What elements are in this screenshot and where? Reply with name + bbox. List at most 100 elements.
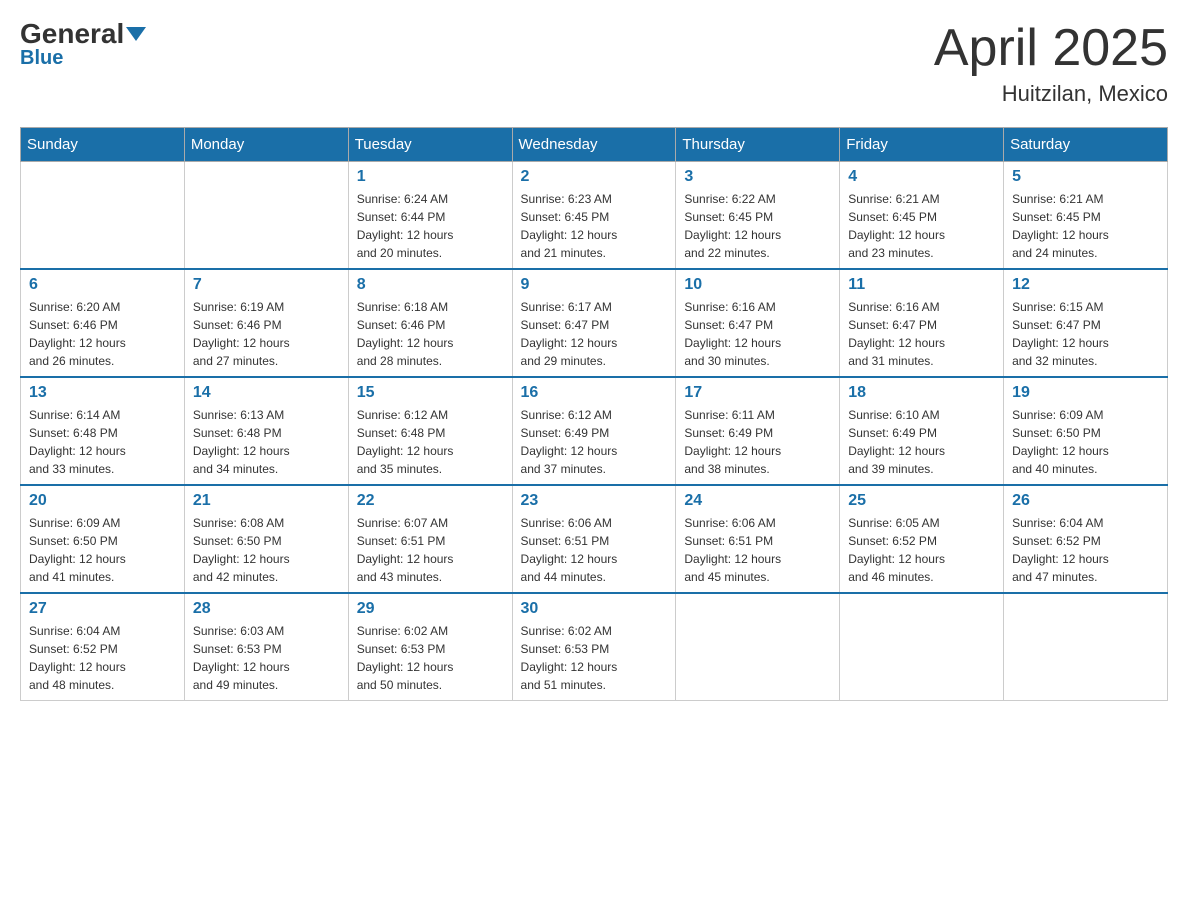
day-info: Sunrise: 6:18 AM Sunset: 6:46 PM Dayligh… — [357, 298, 504, 370]
day-number: 28 — [193, 600, 340, 618]
day-info: Sunrise: 6:10 AM Sunset: 6:49 PM Dayligh… — [848, 406, 995, 478]
calendar-cell: 22 Sunrise: 6:07 AM Sunset: 6:51 PM Dayli… — [348, 485, 512, 593]
day-number: 7 — [193, 276, 340, 294]
day-info: Sunrise: 6:24 AM Sunset: 6:44 PM Dayligh… — [357, 190, 504, 262]
weekday-header-friday: Friday — [840, 128, 1004, 162]
day-info: Sunrise: 6:22 AM Sunset: 6:45 PM Dayligh… — [684, 190, 831, 262]
logo-general-text: General — [20, 20, 124, 48]
calendar-cell: 24 Sunrise: 6:06 AM Sunset: 6:51 PM Dayli… — [676, 485, 840, 593]
day-info: Sunrise: 6:21 AM Sunset: 6:45 PM Dayligh… — [848, 190, 995, 262]
calendar-cell: 5 Sunrise: 6:21 AM Sunset: 6:45 PM Daylig… — [1004, 162, 1168, 270]
day-number: 21 — [193, 492, 340, 510]
day-info: Sunrise: 6:06 AM Sunset: 6:51 PM Dayligh… — [684, 514, 831, 586]
calendar-cell: 29 Sunrise: 6:02 AM Sunset: 6:53 PM Dayli… — [348, 593, 512, 701]
day-info: Sunrise: 6:16 AM Sunset: 6:47 PM Dayligh… — [848, 298, 995, 370]
day-number: 27 — [29, 600, 176, 618]
day-info: Sunrise: 6:17 AM Sunset: 6:47 PM Dayligh… — [521, 298, 668, 370]
day-info: Sunrise: 6:23 AM Sunset: 6:45 PM Dayligh… — [521, 190, 668, 262]
day-number: 12 — [1012, 276, 1159, 294]
calendar-cell — [1004, 593, 1168, 701]
weekday-header-sunday: Sunday — [21, 128, 185, 162]
day-number: 29 — [357, 600, 504, 618]
calendar-cell: 13 Sunrise: 6:14 AM Sunset: 6:48 PM Dayli… — [21, 377, 185, 485]
calendar-cell: 20 Sunrise: 6:09 AM Sunset: 6:50 PM Dayli… — [21, 485, 185, 593]
page-header: General Blue April 2025 Huitzilan, Mexic… — [20, 20, 1168, 107]
day-number: 15 — [357, 384, 504, 402]
calendar-cell — [676, 593, 840, 701]
calendar-cell: 15 Sunrise: 6:12 AM Sunset: 6:48 PM Dayli… — [348, 377, 512, 485]
weekday-header-tuesday: Tuesday — [348, 128, 512, 162]
day-number: 8 — [357, 276, 504, 294]
calendar-cell: 1Sunrise: 6:24 AM Sunset: 6:44 PM Daylig… — [348, 162, 512, 270]
day-number: 25 — [848, 492, 995, 510]
day-number: 14 — [193, 384, 340, 402]
day-number: 4 — [848, 168, 995, 186]
day-info: Sunrise: 6:14 AM Sunset: 6:48 PM Dayligh… — [29, 406, 176, 478]
calendar-cell: 7 Sunrise: 6:19 AM Sunset: 6:46 PM Daylig… — [184, 269, 348, 377]
day-info: Sunrise: 6:04 AM Sunset: 6:52 PM Dayligh… — [1012, 514, 1159, 586]
day-number: 22 — [357, 492, 504, 510]
calendar-cell: 26 Sunrise: 6:04 AM Sunset: 6:52 PM Dayli… — [1004, 485, 1168, 593]
day-info: Sunrise: 6:02 AM Sunset: 6:53 PM Dayligh… — [357, 622, 504, 694]
day-info: Sunrise: 6:16 AM Sunset: 6:47 PM Dayligh… — [684, 298, 831, 370]
day-number: 2 — [521, 168, 668, 186]
calendar-cell: 25Sunrise: 6:05 AM Sunset: 6:52 PM Dayli… — [840, 485, 1004, 593]
calendar-cell — [21, 162, 185, 270]
day-info: Sunrise: 6:12 AM Sunset: 6:48 PM Dayligh… — [357, 406, 504, 478]
calendar-cell: 17 Sunrise: 6:11 AM Sunset: 6:49 PM Dayli… — [676, 377, 840, 485]
weekday-header-wednesday: Wednesday — [512, 128, 676, 162]
calendar-cell: 19 Sunrise: 6:09 AM Sunset: 6:50 PM Dayli… — [1004, 377, 1168, 485]
day-info: Sunrise: 6:03 AM Sunset: 6:53 PM Dayligh… — [193, 622, 340, 694]
logo-triangle-icon — [126, 27, 146, 41]
day-number: 26 — [1012, 492, 1159, 510]
calendar-cell: 28 Sunrise: 6:03 AM Sunset: 6:53 PM Dayli… — [184, 593, 348, 701]
day-number: 19 — [1012, 384, 1159, 402]
day-number: 5 — [1012, 168, 1159, 186]
calendar-cell: 4 Sunrise: 6:21 AM Sunset: 6:45 PM Daylig… — [840, 162, 1004, 270]
calendar-cell: 6Sunrise: 6:20 AM Sunset: 6:46 PM Daylig… — [21, 269, 185, 377]
day-info: Sunrise: 6:04 AM Sunset: 6:52 PM Dayligh… — [29, 622, 176, 694]
day-number: 10 — [684, 276, 831, 294]
calendar-table: SundayMondayTuesdayWednesdayThursdayFrid… — [20, 127, 1168, 701]
location-title: Huitzilan, Mexico — [934, 81, 1168, 107]
day-number: 6 — [29, 276, 176, 294]
day-number: 24 — [684, 492, 831, 510]
day-number: 11 — [848, 276, 995, 294]
calendar-cell: 16Sunrise: 6:12 AM Sunset: 6:49 PM Dayli… — [512, 377, 676, 485]
calendar-cell: 3 Sunrise: 6:22 AM Sunset: 6:45 PM Daylig… — [676, 162, 840, 270]
calendar-cell: 8 Sunrise: 6:18 AM Sunset: 6:46 PM Daylig… — [348, 269, 512, 377]
calendar-cell — [184, 162, 348, 270]
calendar-cell: 18Sunrise: 6:10 AM Sunset: 6:49 PM Dayli… — [840, 377, 1004, 485]
day-info: Sunrise: 6:09 AM Sunset: 6:50 PM Dayligh… — [1012, 406, 1159, 478]
calendar-cell — [840, 593, 1004, 701]
day-number: 23 — [521, 492, 668, 510]
calendar-cell: 27 Sunrise: 6:04 AM Sunset: 6:52 PM Dayli… — [21, 593, 185, 701]
day-info: Sunrise: 6:19 AM Sunset: 6:46 PM Dayligh… — [193, 298, 340, 370]
day-info: Sunrise: 6:21 AM Sunset: 6:45 PM Dayligh… — [1012, 190, 1159, 262]
calendar-cell: 2 Sunrise: 6:23 AM Sunset: 6:45 PM Daylig… — [512, 162, 676, 270]
day-info: Sunrise: 6:15 AM Sunset: 6:47 PM Dayligh… — [1012, 298, 1159, 370]
calendar-cell: 10 Sunrise: 6:16 AM Sunset: 6:47 PM Dayli… — [676, 269, 840, 377]
day-info: Sunrise: 6:02 AM Sunset: 6:53 PM Dayligh… — [521, 622, 668, 694]
weekday-header-monday: Monday — [184, 128, 348, 162]
weekday-header-saturday: Saturday — [1004, 128, 1168, 162]
day-number: 13 — [29, 384, 176, 402]
day-number: 17 — [684, 384, 831, 402]
day-number: 3 — [684, 168, 831, 186]
day-info: Sunrise: 6:11 AM Sunset: 6:49 PM Dayligh… — [684, 406, 831, 478]
calendar-cell: 14 Sunrise: 6:13 AM Sunset: 6:48 PM Dayli… — [184, 377, 348, 485]
day-number: 9 — [521, 276, 668, 294]
day-number: 30 — [521, 600, 668, 618]
day-info: Sunrise: 6:09 AM Sunset: 6:50 PM Dayligh… — [29, 514, 176, 586]
day-number: 20 — [29, 492, 176, 510]
logo-blue-text: Blue — [20, 48, 63, 68]
day-info: Sunrise: 6:08 AM Sunset: 6:50 PM Dayligh… — [193, 514, 340, 586]
calendar-cell: 12 Sunrise: 6:15 AM Sunset: 6:47 PM Dayli… — [1004, 269, 1168, 377]
weekday-header-thursday: Thursday — [676, 128, 840, 162]
month-title: April 2025 — [934, 20, 1168, 77]
day-info: Sunrise: 6:13 AM Sunset: 6:48 PM Dayligh… — [193, 406, 340, 478]
calendar-cell: 21 Sunrise: 6:08 AM Sunset: 6:50 PM Dayli… — [184, 485, 348, 593]
day-number: 16 — [521, 384, 668, 402]
calendar-cell: 9 Sunrise: 6:17 AM Sunset: 6:47 PM Daylig… — [512, 269, 676, 377]
day-info: Sunrise: 6:07 AM Sunset: 6:51 PM Dayligh… — [357, 514, 504, 586]
